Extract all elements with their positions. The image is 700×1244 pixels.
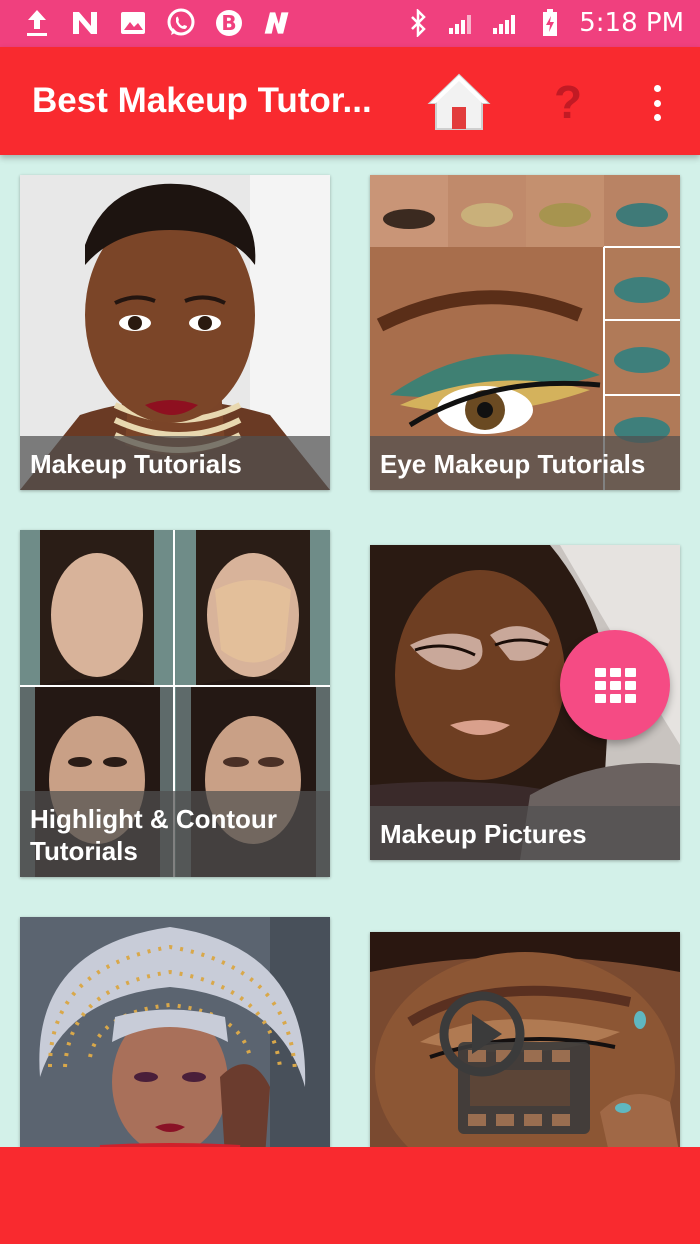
more-vert-icon [653, 85, 661, 92]
whatsapp-icon [166, 8, 196, 38]
battery-charging-icon [535, 8, 565, 38]
card-gele-portrait[interactable] [20, 917, 330, 1157]
gele-headwrap-portrait-image [20, 917, 330, 1157]
grid-menu-fab[interactable] [560, 630, 670, 740]
n-bold-icon [262, 8, 292, 38]
card-highlight-contour-tutorials[interactable]: Highlight & Contour Tutorials [20, 530, 330, 877]
b-icon: B [214, 8, 244, 38]
card-caption: Makeup Tutorials [20, 436, 330, 490]
home-icon [427, 73, 491, 130]
upload-icon [22, 8, 52, 38]
bottom-banner [0, 1147, 700, 1244]
card-video-tutorials[interactable] [370, 932, 680, 1157]
home-button[interactable] [426, 71, 492, 133]
signal-icon [447, 8, 477, 38]
image-icon [118, 8, 148, 38]
card-makeup-tutorials[interactable]: Makeup Tutorials [20, 175, 330, 490]
card-caption: Highlight & Contour Tutorials [20, 791, 330, 877]
card-caption: Makeup Pictures [370, 806, 680, 860]
help-button[interactable]: ? [548, 75, 588, 129]
status-time: 5:18 PM [579, 8, 684, 38]
app-title: Best Makeup Tutor... [32, 81, 372, 120]
svg-text:B: B [221, 11, 236, 35]
signal-icon [491, 8, 521, 38]
question-mark-icon: ? [553, 76, 583, 128]
app-bar: Best Makeup Tutor... ? [0, 47, 700, 155]
n-icon [70, 8, 100, 38]
bluetooth-icon [403, 8, 433, 38]
apps-grid-icon [594, 667, 636, 703]
card-eye-makeup-tutorials[interactable]: Eye Makeup Tutorials [370, 175, 680, 490]
card-caption: Eye Makeup Tutorials [370, 436, 680, 490]
video-play-icon [439, 991, 590, 1134]
more-options-button[interactable] [640, 81, 674, 125]
status-bar: B 5:18 PM [0, 0, 700, 47]
